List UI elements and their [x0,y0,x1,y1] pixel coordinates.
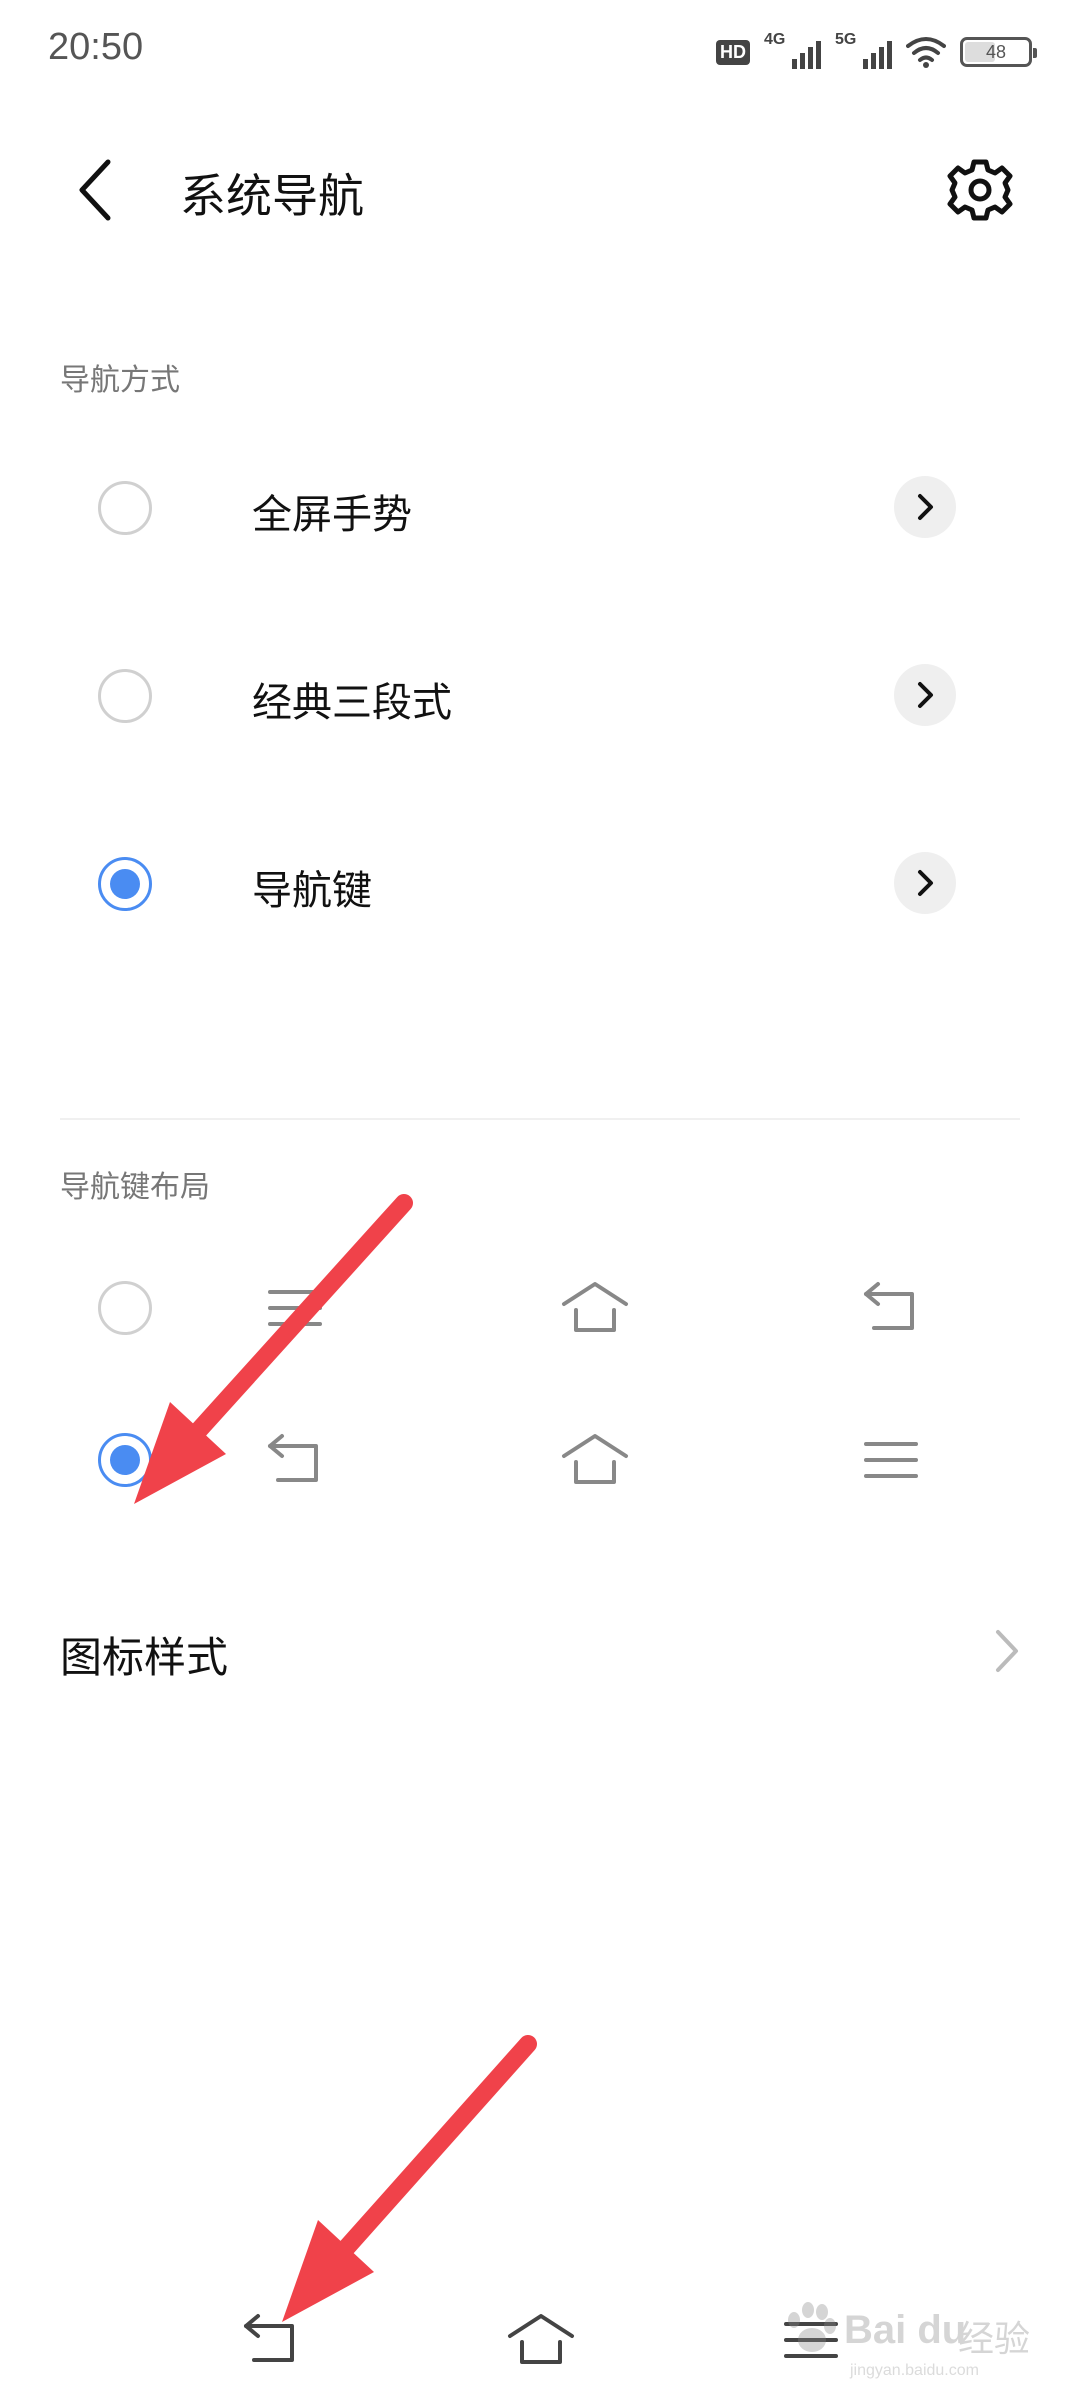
radio-button[interactable] [98,481,152,535]
status-time: 20:50 [48,26,144,68]
baidu-jingyan-watermark: Bai du 经验 jingyan.baidu.com [780,2300,1040,2390]
home-icon[interactable] [506,2310,576,2370]
radio-button-selected[interactable] [98,857,152,911]
battery-icon: 48 [960,37,1037,67]
chevron-left-icon[interactable] [62,152,132,228]
app-header: 系统导航 [0,130,1080,250]
wifi-icon [906,37,946,68]
chevron-right-icon[interactable] [894,476,956,538]
divider [60,1118,1020,1120]
paw-icon [788,2302,836,2352]
status-icons: HD 4G 5G 48 [716,30,1037,74]
battery-level: 48 [985,41,1007,62]
signal-4g-icon: 4G [764,31,821,69]
watermark-suffix: 经验 [958,2319,1031,2360]
watermark-brand: Bai du [844,2308,967,2352]
home-icon [562,1434,628,1484]
home-icon [562,1282,628,1332]
watermark-url: jingyan.baidu.com [850,2362,979,2379]
back-icon [864,1282,914,1330]
menu-icon [268,1290,322,1326]
radio-button-selected[interactable] [98,1433,152,1487]
option-label: 全屏手势 [252,492,412,538]
icon-style-label: 图标样式 [60,1633,229,1682]
nav-option-fullscreen-gesture[interactable]: 全屏手势 [0,448,1080,568]
radio-button[interactable] [98,1281,152,1335]
chevron-right-icon[interactable] [894,664,956,726]
section-label-nav-mode: 导航方式 [60,363,180,398]
chevron-right-icon [996,1630,1018,1672]
hd-voice-icon: HD [716,39,750,65]
nav-option-navigation-keys[interactable]: 导航键 [0,824,1080,944]
signal-5g-icon: 5G [835,31,892,69]
option-label: 经典三段式 [252,680,452,726]
layout-option-menu-home-back[interactable] [0,1248,1080,1368]
icon-style-row[interactable]: 图标样式 [0,1600,1080,1700]
menu-icon [864,1442,918,1478]
radio-button[interactable] [98,669,152,723]
status-bar: 20:50 HD 4G 5G 48 [0,0,1080,100]
layout-option-back-home-menu[interactable] [0,1400,1080,1520]
nav-option-classic-three-button[interactable]: 经典三段式 [0,636,1080,756]
section-label-key-layout: 导航键布局 [60,1170,210,1205]
page-title: 系统导航 [180,169,364,223]
option-label: 导航键 [252,868,372,914]
gear-icon[interactable] [940,150,1020,230]
back-icon[interactable] [236,2310,306,2370]
chevron-right-icon[interactable] [894,852,956,914]
back-icon [268,1434,318,1482]
